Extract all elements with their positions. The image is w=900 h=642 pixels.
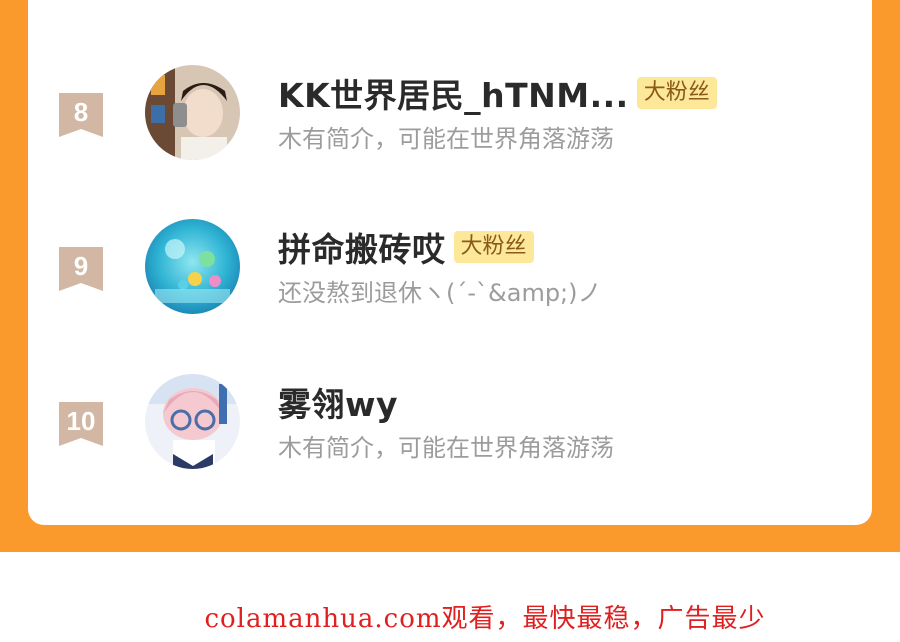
user-bio: 木有简介，可能在世界角落游荡	[278, 434, 614, 462]
user-bio: 还没熬到退休ヽ(´-`&amp;)ノ	[278, 279, 602, 307]
rank-number: 9	[73, 251, 89, 281]
fan-badge: 大粉丝	[636, 77, 717, 109]
rank-badge: 8	[59, 93, 103, 137]
user-name[interactable]: KK世界居民_hTNM...	[278, 69, 629, 117]
rank-badge: 10	[59, 402, 103, 446]
list-item[interactable]: 9 拼命搬砖哎 大粉丝 还没熬到退休ヽ(´-`&amp;)ノ	[0, 219, 900, 319]
rank-badge: 9	[59, 247, 103, 291]
avatar[interactable]	[145, 374, 240, 469]
rank-number: 8	[73, 97, 89, 127]
avatar[interactable]	[145, 219, 240, 314]
rank-number: 10	[66, 406, 96, 436]
list-item[interactable]: 10 雾翎wy 木有简介，可能在世界角落游荡	[0, 374, 900, 474]
watermark-text: colamanhua.com观看，最快最稳，广告最少	[204, 604, 766, 634]
user-bio: 木有简介，可能在世界角落游荡	[278, 125, 614, 153]
avatar-anime-girl	[145, 374, 240, 469]
user-name[interactable]: 雾翎wy	[278, 378, 398, 426]
list-item[interactable]: 8 KK世界居民_hTNM... 大粉丝 木有简介，可能在世界角落游荡	[0, 65, 900, 165]
fan-badge: 大粉丝	[453, 231, 534, 263]
avatar-selfie	[145, 65, 240, 160]
avatar-aquarium	[145, 219, 240, 314]
avatar[interactable]	[145, 65, 240, 160]
user-name[interactable]: 拼命搬砖哎	[278, 223, 446, 271]
